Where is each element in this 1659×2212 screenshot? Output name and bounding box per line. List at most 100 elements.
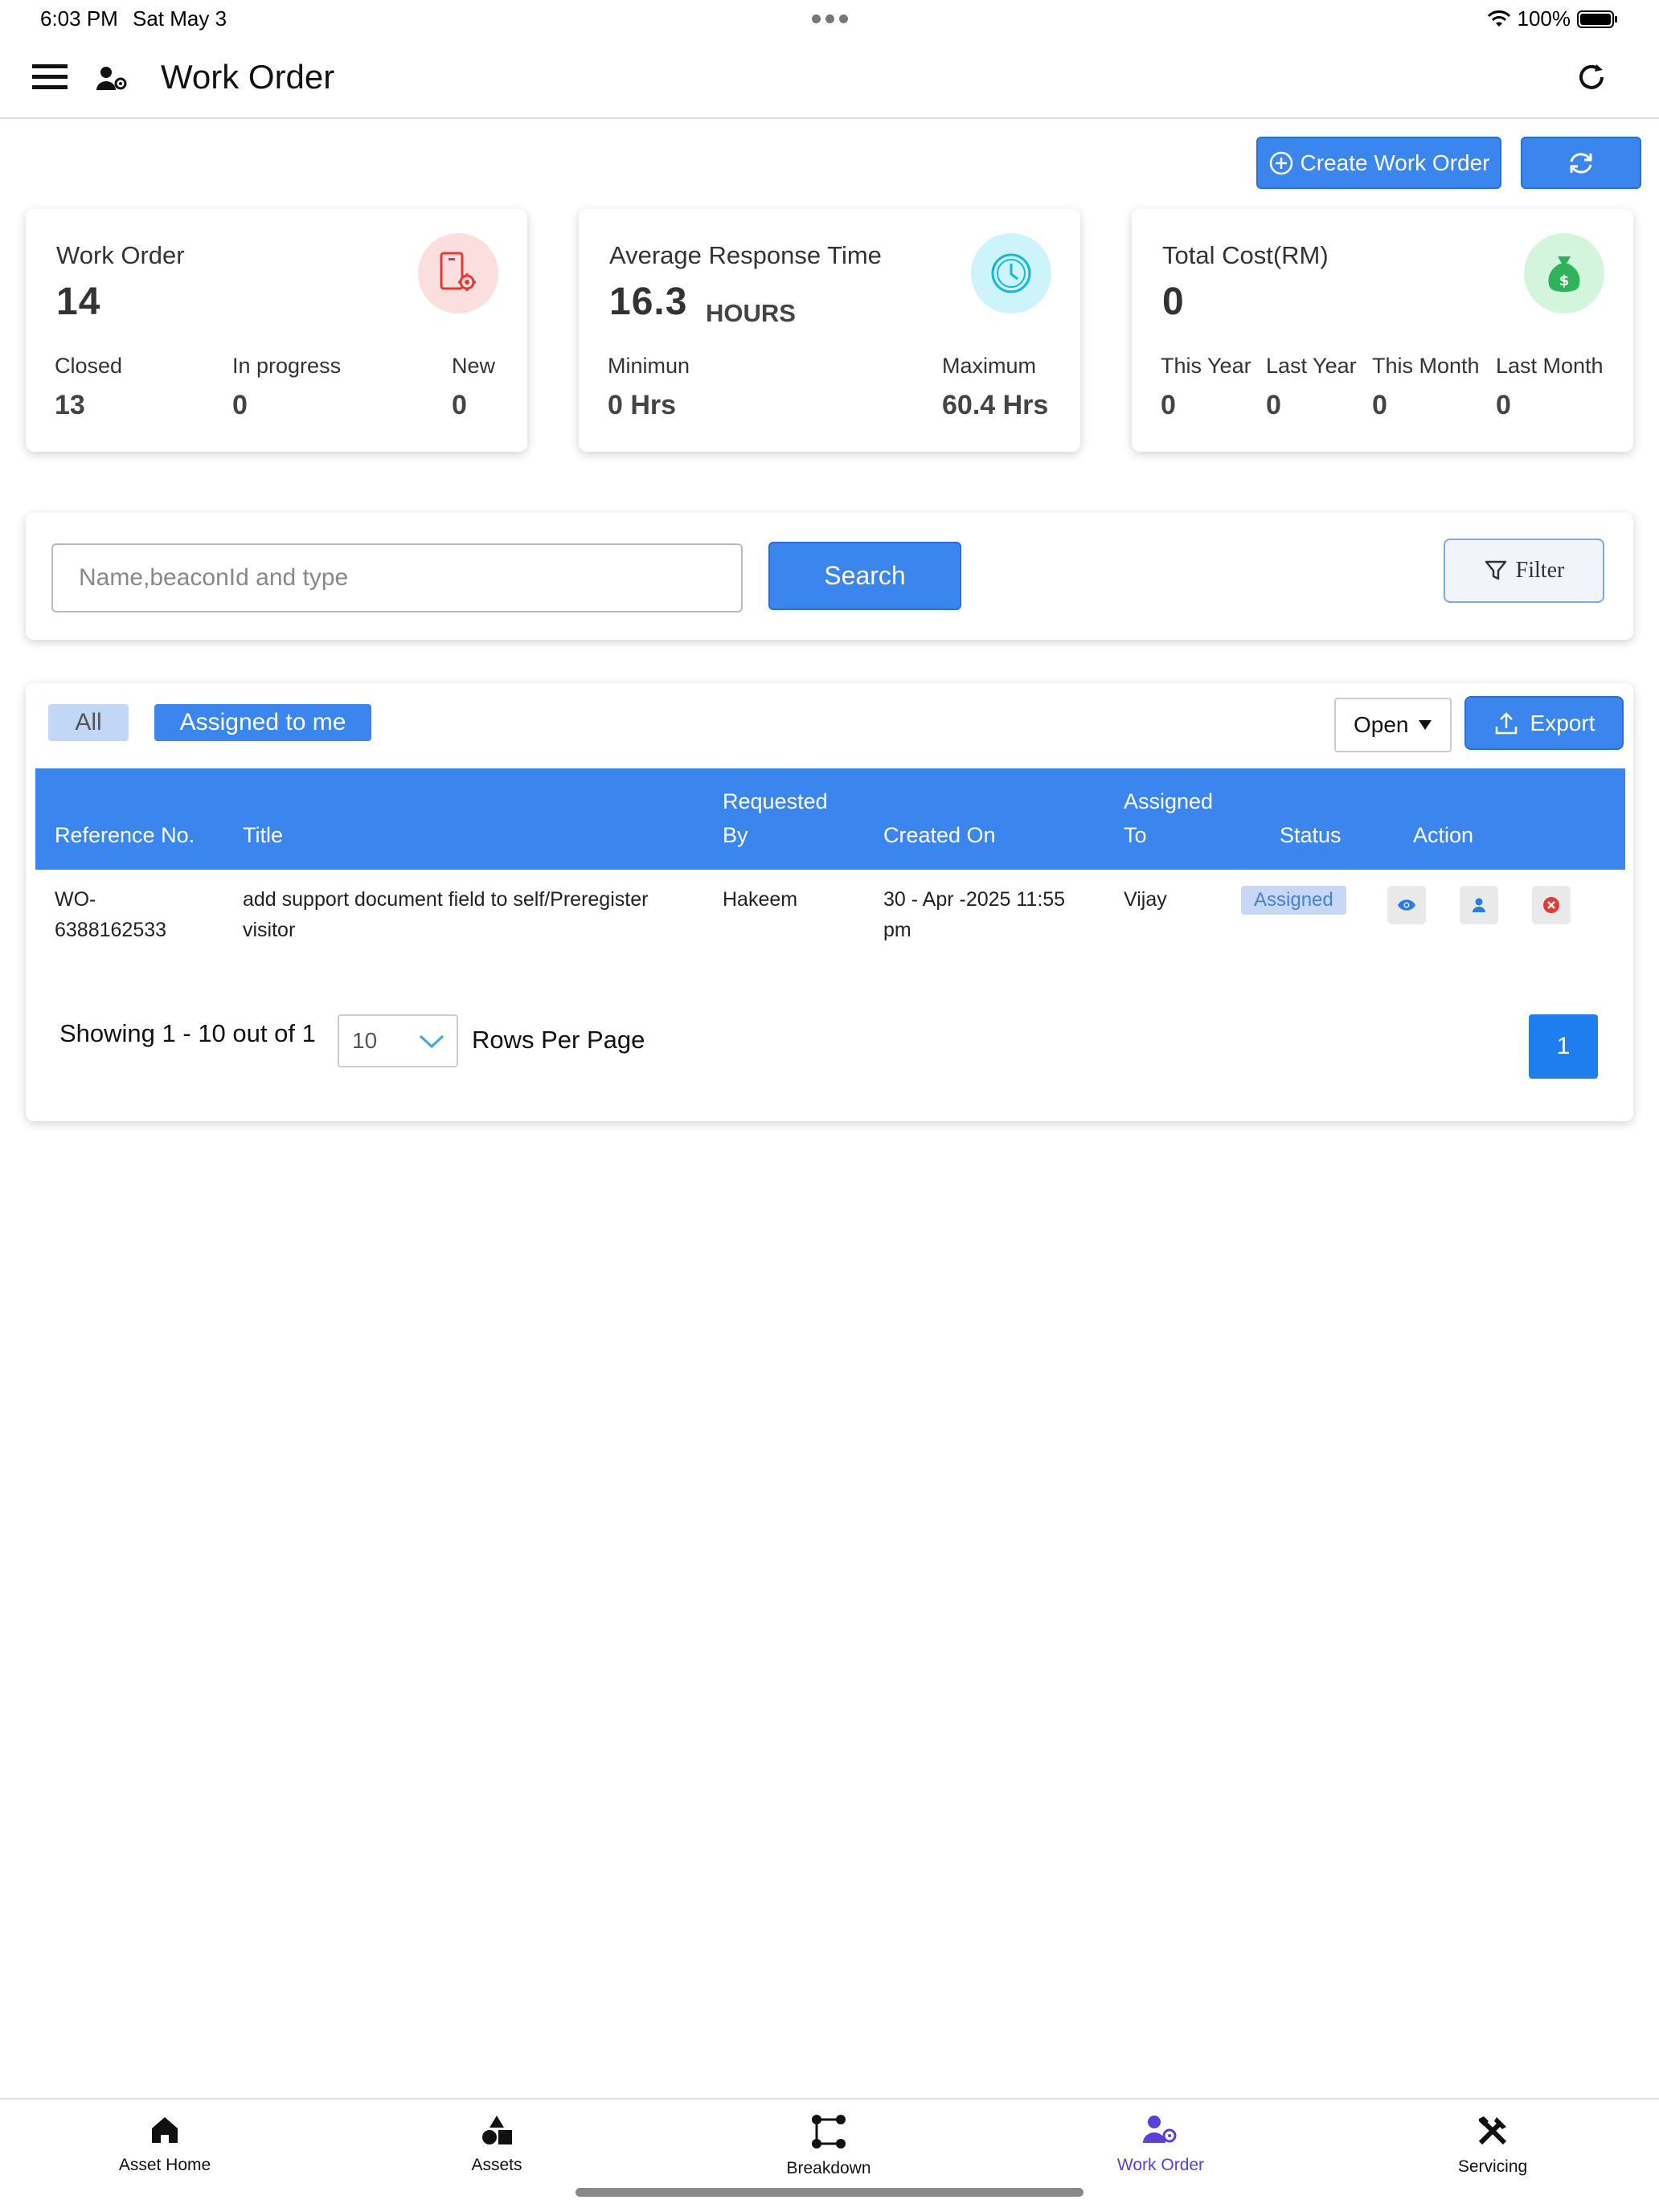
- search-input[interactable]: [51, 543, 743, 612]
- nav-servicing[interactable]: Servicing: [1396, 2114, 1589, 2177]
- page-title: Work Order: [161, 58, 335, 96]
- tools-icon: [1476, 2114, 1509, 2148]
- pagination-summary: Showing 1 - 10 out of 1: [59, 1019, 316, 1047]
- battery-icon: [1577, 10, 1619, 29]
- status-badge: Assigned: [1241, 886, 1346, 915]
- export-label: Export: [1530, 710, 1596, 735]
- money-bag-icon: $: [1524, 233, 1604, 313]
- nav-breakdown[interactable]: Breakdown: [732, 2114, 925, 2178]
- wifi-icon: [1487, 10, 1511, 28]
- tab-all[interactable]: All: [48, 704, 129, 741]
- nav-asset-home[interactable]: Asset Home: [68, 2114, 261, 2175]
- this-year-label: This Year: [1161, 354, 1251, 378]
- upload-icon: [1493, 711, 1519, 736]
- in-progress-value: 0: [232, 390, 248, 420]
- svg-text:$: $: [1559, 272, 1570, 289]
- response-time-card: Average Response Time 16.3 HOURS Minimun…: [579, 209, 1080, 452]
- sync-button[interactable]: [1521, 137, 1641, 189]
- tab-assigned-to-me[interactable]: Assigned to me: [154, 704, 371, 741]
- total-cost-value: 0: [1162, 281, 1185, 323]
- delete-button[interactable]: [1532, 886, 1571, 924]
- col-reference[interactable]: Reference No.: [55, 823, 195, 848]
- status-bar: 6:03 PM Sat May 3 100%: [0, 0, 1659, 40]
- status-date: Sat May 3: [133, 6, 227, 31]
- user-gear-icon: [1143, 2114, 1178, 2146]
- person-icon: [1471, 897, 1487, 913]
- app-header: Work Order: [0, 40, 1659, 119]
- new-label: New: [452, 354, 496, 378]
- last-year-label: Last Year: [1266, 354, 1357, 378]
- cell-title-line1: add support document field to self/Prere…: [243, 888, 649, 911]
- nav-label: Assets: [471, 2156, 522, 2174]
- flow-icon: [811, 2114, 846, 2149]
- filter-label: Filter: [1515, 558, 1565, 583]
- total-cost-card: Total Cost(RM) 0 $ This Year 0 Last Year…: [1132, 209, 1633, 452]
- table-row[interactable]: WO- 6388162533 add support document fiel…: [35, 870, 1625, 958]
- assign-user-button[interactable]: [1460, 886, 1498, 924]
- home-indicator[interactable]: [576, 2188, 1083, 2197]
- card-title: Average Response Time: [609, 241, 882, 269]
- shapes-icon: [481, 2114, 513, 2146]
- col-created-on[interactable]: Created On: [883, 823, 996, 848]
- nav-label: Asset Home: [118, 2156, 211, 2174]
- cell-created-line2: pm: [883, 919, 911, 941]
- last-year-value: 0: [1266, 390, 1281, 420]
- maximum-label: Maximum: [942, 354, 1037, 378]
- plus-circle-icon: [1268, 150, 1294, 176]
- cell-created-on: 30 - Apr -2025 11:55 pm: [883, 884, 1065, 945]
- status-filter-value: Open: [1354, 712, 1409, 737]
- filter-button[interactable]: Filter: [1444, 539, 1604, 603]
- cell-requested-by: Hakeem: [723, 888, 798, 911]
- battery-percent: 100%: [1517, 6, 1571, 31]
- nav-label: Breakdown: [786, 2159, 871, 2177]
- page-button-1[interactable]: 1: [1529, 1014, 1598, 1079]
- eye-icon: [1397, 899, 1416, 911]
- search-button[interactable]: Search: [768, 542, 961, 610]
- clock-icon: [971, 233, 1051, 313]
- col-title[interactable]: Title: [243, 823, 283, 848]
- cell-reference: WO- 6388162533: [55, 884, 166, 945]
- nav-assets[interactable]: Assets: [400, 2114, 593, 2175]
- cell-created-line1: 30 - Apr -2025 11:55: [883, 888, 1066, 911]
- response-time-value: 16.3: [609, 281, 688, 323]
- chevron-down-icon: [418, 1033, 445, 1049]
- minimum-value: 0 Hrs: [608, 390, 677, 420]
- this-month-label: This Month: [1372, 354, 1480, 378]
- maximum-value: 60.4 Hrs: [942, 390, 1049, 420]
- status-filter-select[interactable]: Open: [1334, 698, 1452, 752]
- caret-down-icon: [1418, 719, 1432, 731]
- col-status[interactable]: Status: [1280, 823, 1342, 848]
- col-requested-by-line1[interactable]: Requested: [723, 789, 828, 814]
- create-work-order-label: Create Work Order: [1300, 150, 1490, 175]
- this-month-value: 0: [1372, 390, 1387, 420]
- close-circle-icon: [1542, 895, 1561, 915]
- status-time: 6:03 PM: [40, 6, 118, 31]
- cell-reference-line2: 6388162533: [55, 919, 167, 941]
- cell-reference-line1: WO-: [55, 888, 96, 911]
- nav-label: Work Order: [1116, 2156, 1205, 2174]
- col-action: Action: [1413, 823, 1474, 847]
- closed-label: Closed: [55, 354, 123, 378]
- export-button[interactable]: Export: [1464, 696, 1624, 750]
- work-order-list-panel: All Assigned to me Open Export Reference…: [26, 683, 1633, 1121]
- search-panel: Search Filter: [26, 513, 1633, 640]
- create-work-order-button[interactable]: Create Work Order: [1256, 137, 1501, 189]
- view-button[interactable]: [1387, 886, 1426, 924]
- work-order-card-icon: [418, 233, 498, 313]
- sync-icon: [1567, 150, 1596, 176]
- rows-per-page-label: Rows Per Page: [472, 1026, 645, 1054]
- col-assigned-to-line2[interactable]: To: [1124, 823, 1147, 848]
- work-order-total: 14: [56, 281, 101, 323]
- hamburger-menu-icon[interactable]: [32, 63, 69, 92]
- this-year-value: 0: [1161, 390, 1176, 420]
- rows-per-page-select[interactable]: 10: [338, 1014, 458, 1067]
- nav-label: Servicing: [1457, 2157, 1528, 2176]
- col-requested-by-line2[interactable]: By: [723, 823, 748, 848]
- reload-icon[interactable]: [1575, 61, 1608, 93]
- user-gear-icon: [96, 64, 129, 93]
- nav-work-order[interactable]: Work Order: [1064, 2114, 1257, 2175]
- table-header: Reference No. Title Requested By Created…: [35, 768, 1625, 870]
- multitask-dots-icon[interactable]: [812, 14, 848, 23]
- last-month-label: Last Month: [1496, 354, 1604, 378]
- col-assigned-to-line1[interactable]: Assigned: [1124, 789, 1213, 814]
